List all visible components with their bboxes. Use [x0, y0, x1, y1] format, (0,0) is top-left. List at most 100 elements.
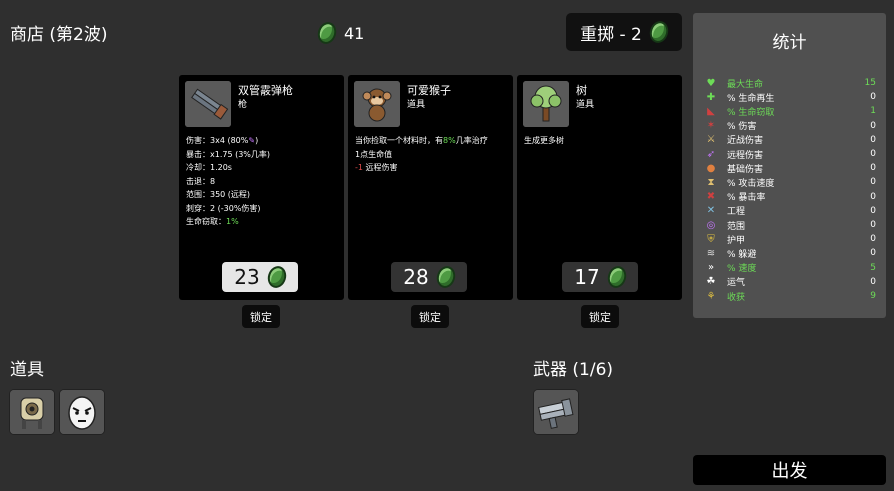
price-value: 17 [574, 265, 600, 289]
price-value: 28 [403, 265, 429, 289]
stat-label: 收获 [727, 292, 746, 303]
stat-row: ✚ % 生命再生 0 [705, 90, 876, 104]
buy-price-button[interactable]: 23 [222, 262, 298, 292]
lock-button[interactable]: 锁定 [411, 305, 449, 328]
lock-button[interactable]: 锁定 [581, 305, 619, 328]
shotgun-weapon-icon[interactable] [533, 389, 579, 435]
stat-value: 0 [870, 92, 876, 103]
stat-label: 护甲 [727, 235, 746, 246]
engineering-icon: ✕ [706, 205, 716, 217]
harvest-icon: ⚘ [706, 290, 716, 302]
stat-value: 15 [864, 78, 876, 88]
description-line: 伤害：3x4 (80%✎) [186, 134, 341, 148]
buy-price-button[interactable]: 28 [391, 262, 467, 292]
description-text: 1% [226, 217, 239, 226]
description-text: 刺穿：2 (-30%伤害) [186, 203, 261, 213]
description-text: 8% [443, 136, 456, 145]
description-line: 击退：8 [186, 175, 341, 189]
stat-label: 范围 [727, 221, 746, 232]
description-text: 生成更多树 [524, 136, 564, 145]
melee-icon: ⚔ [706, 134, 716, 146]
stat-value: 0 [870, 120, 876, 131]
item-name: 双管霰弹枪 [238, 84, 293, 97]
description-line: 当你捡取一个材料时，有8%几率治疗 [355, 134, 510, 148]
material-gem-icon [264, 263, 289, 291]
reroll-label: 重掷 - 2 [580, 24, 642, 45]
buy-price-button[interactable]: 17 [562, 262, 638, 292]
description-text: 当你捡取一个材料时，有 [355, 136, 443, 145]
material-gem-icon [315, 19, 339, 47]
stat-label: % 暴击率 [727, 193, 766, 204]
damage-icon: ✶ [706, 120, 716, 132]
item-type: 道具 [407, 100, 426, 110]
reroll-button[interactable]: 重掷 - 2 [566, 13, 682, 51]
stat-row: ◣ % 生命窃取 1 [705, 104, 876, 118]
item-name: 可爱猴子 [407, 84, 451, 97]
stat-row: ⧗ % 攻击速度 0 [705, 175, 876, 189]
stat-value: 0 [870, 220, 876, 230]
dodge-icon: ≋ [706, 247, 716, 259]
shop-card-2: 可爱猴子 道具 当你捡取一个材料时，有8%几率治疗 1点生命值 -1 远程伤害 28 [348, 75, 513, 300]
robot-item-icon[interactable] [9, 389, 55, 435]
stat-value: 0 [870, 134, 876, 145]
description-line: 生命窃取：1% [186, 215, 341, 229]
stat-value: 0 [870, 191, 876, 202]
crit-icon: ✖ [706, 191, 716, 203]
description-line: 生成更多树 [524, 134, 679, 148]
stat-row: ⚔ 近战伤害 0 [705, 133, 876, 147]
stat-value: 1 [870, 106, 876, 117]
materials-count: 41 [344, 23, 365, 43]
stat-label: % 伤害 [727, 122, 757, 133]
stat-row: ● 基础伤害 0 [705, 161, 876, 175]
description-line: 范围：350 (远程) [186, 188, 341, 202]
description-text: 远程伤害 [362, 163, 398, 172]
elemental-icon: ● [706, 162, 716, 174]
stat-row: ⛨ 护甲 0 [705, 232, 876, 246]
luck-icon: ☘ [706, 276, 716, 288]
lock-button[interactable]: 锁定 [242, 305, 280, 328]
item-name: 树 [576, 84, 587, 97]
stat-label: % 生命窃取 [727, 107, 775, 118]
angry-egg-item-icon[interactable] [59, 389, 105, 435]
shop-card-1: 双管霰弹枪 枪 伤害：3x4 (80%✎) 暴击：x1.75 (3%几率) 冷却：1… [179, 75, 344, 300]
stat-label: 远程伤害 [727, 150, 764, 161]
description-line: 1点生命值 [355, 148, 510, 162]
description-line: 刺穿：2 (-30%伤害) [186, 202, 341, 216]
attack-speed-icon: ⧗ [707, 176, 715, 188]
stat-value: 0 [870, 149, 876, 159]
stat-row: ◎ 范围 0 [705, 218, 876, 232]
go-button[interactable]: 出发 [693, 455, 886, 485]
stat-row: ⚘ 收获 9 [705, 289, 876, 303]
ranged-icon: ➶ [706, 148, 716, 160]
stat-row: ✖ % 暴击率 0 [705, 190, 876, 204]
description-text: 冷却：1.20s [186, 163, 232, 172]
stat-row: ✶ % 伤害 0 [705, 119, 876, 133]
item-description: 当你捡取一个材料时，有8%几率治疗 1点生命值 -1 远程伤害 [355, 134, 510, 175]
cute-monkey-icon [354, 81, 400, 127]
lifesteal-icon: ◣ [707, 105, 715, 117]
stat-value: 0 [870, 234, 876, 245]
stat-value: 0 [870, 205, 876, 216]
stat-row: ➶ 远程伤害 0 [705, 147, 876, 161]
armor-icon: ⛨ [707, 233, 715, 245]
stats-panel: 统计 ♥ 最大生命 15 ✚ % 生命再生 0 ◣ % 生命窃取 1 ✶ % 伤害 0 ⚔ 近战伤害 0 ➶ 远… [693, 13, 886, 318]
stat-row: ☘ 运气 0 [705, 275, 876, 289]
items-section-title: 道具 [10, 360, 44, 380]
description-line: 暴击：x1.75 (3%几率) [186, 148, 341, 162]
stat-label: % 攻击速度 [727, 178, 775, 189]
item-description: 生成更多树 [524, 134, 679, 148]
description-text: 暴击：x1.75 (3%几率) [186, 149, 271, 159]
heart-icon: ♥ [706, 77, 716, 89]
stat-label: % 速度 [727, 264, 757, 275]
description-text: 范围：350 (远程) [186, 190, 251, 199]
stat-label: % 生命再生 [727, 93, 775, 104]
stat-value: 0 [870, 177, 876, 188]
description-text: 击退：8 [186, 176, 216, 186]
materials-counter: 41 [315, 19, 365, 47]
description-text: ) [255, 136, 259, 145]
stat-row: ♥ 最大生命 15 [705, 76, 876, 90]
stats-title: 统计 [772, 33, 807, 53]
description-text: 1点生命值 [355, 149, 393, 159]
stat-label: 基础伤害 [727, 164, 764, 175]
stat-row: » % 速度 5 [705, 261, 876, 275]
